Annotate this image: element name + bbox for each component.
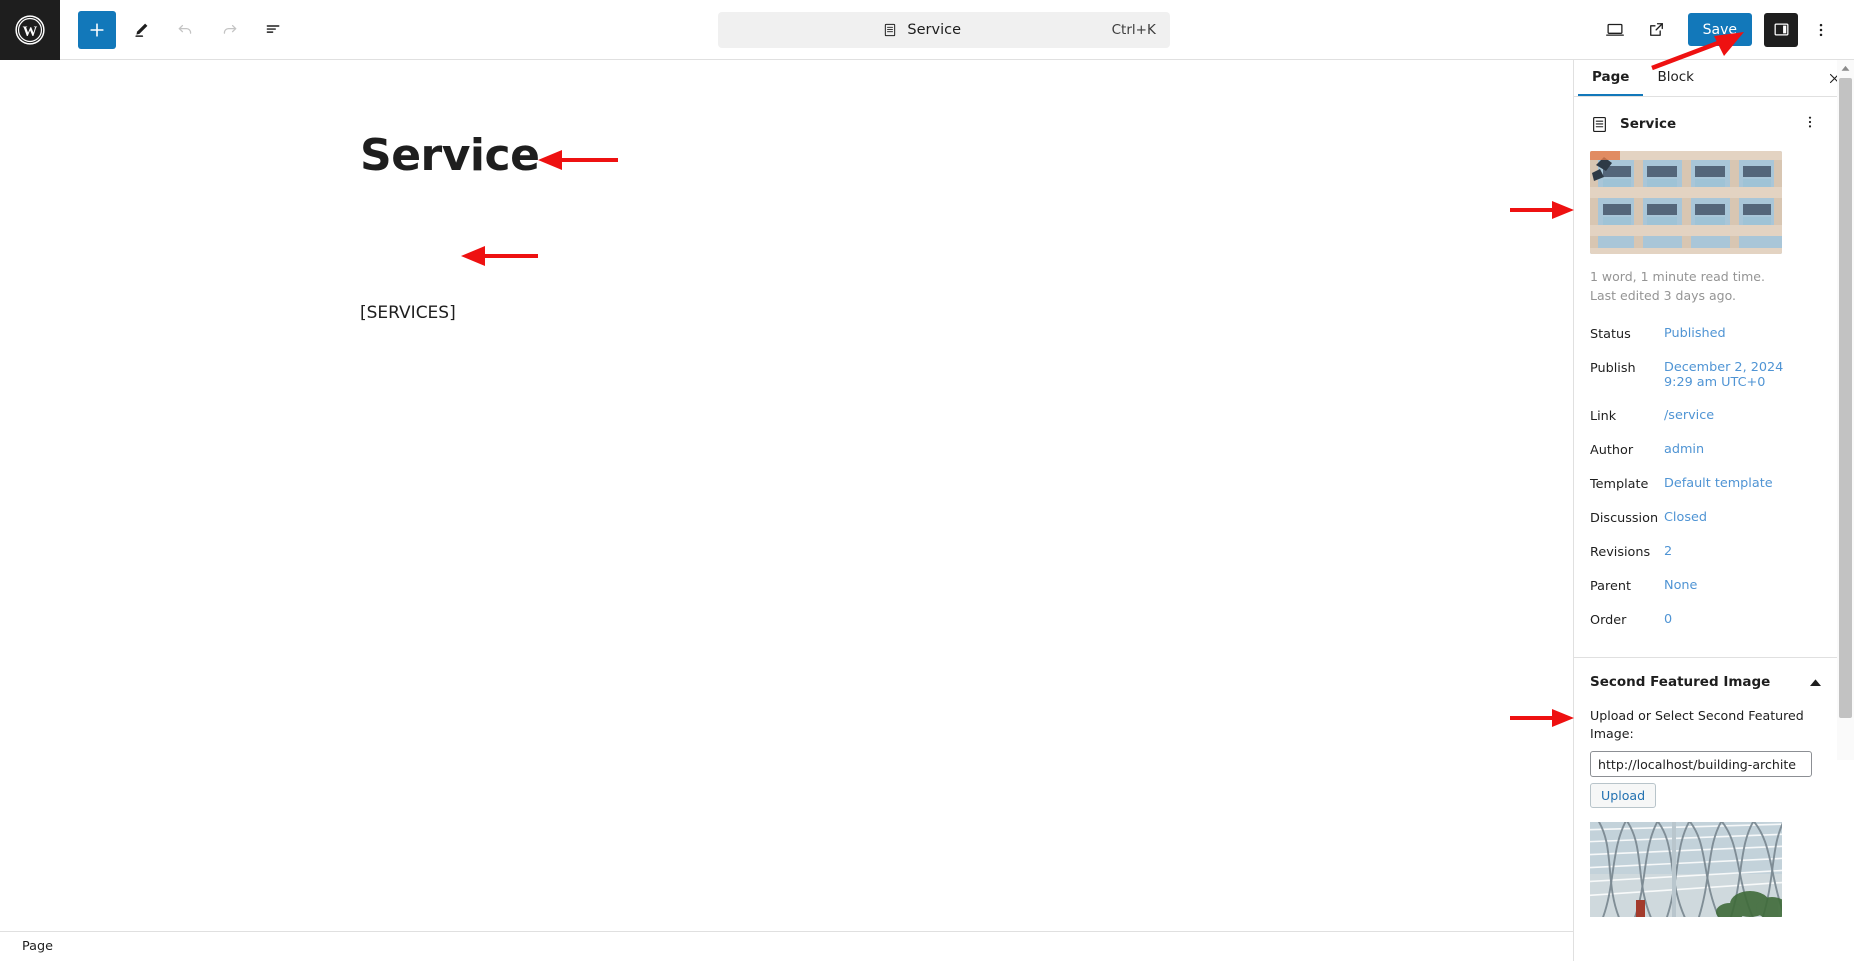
tools-edit-button[interactable] — [122, 11, 160, 49]
settings-sidebar: Page Block Service 1 word, 1 minute read… — [1573, 60, 1854, 961]
undo-arrow-icon — [178, 24, 191, 34]
vertical-dots-icon — [1808, 116, 1812, 128]
plus-icon — [90, 22, 104, 37]
page-document-icon — [1593, 116, 1606, 132]
document-actions-menu-button[interactable] — [1796, 111, 1824, 137]
field-discussion: Discussion Closed — [1590, 501, 1822, 535]
tab-block[interactable]: Block — [1643, 60, 1708, 96]
field-status-value[interactable]: Published — [1664, 326, 1726, 341]
field-author: Author admin — [1590, 433, 1822, 467]
second-featured-image-panel: Second Featured Image Upload or Select S… — [1574, 657, 1838, 925]
page-document-icon — [885, 23, 896, 36]
vertical-dots-icon — [1819, 23, 1823, 36]
sidebar-document-row[interactable]: Service — [1574, 97, 1838, 149]
field-link-key: Link — [1590, 409, 1617, 424]
command-bar-title: Service — [907, 21, 962, 38]
desktop-preview-icon — [1605, 23, 1624, 36]
document-meta: 1 word, 1 minute read time. Last edited … — [1574, 254, 1838, 311]
field-author-key: Author — [1590, 443, 1634, 458]
field-discussion-value[interactable]: Closed — [1664, 510, 1707, 525]
undo-button[interactable] — [166, 11, 204, 49]
second-featured-image-hint: Upload or Select Second Featured Image: — [1590, 708, 1804, 741]
preview-device-button[interactable] — [1596, 11, 1634, 49]
command-bar-shortcut: Ctrl+K — [1111, 21, 1156, 38]
settings-sidebar-toggle-button[interactable] — [1764, 12, 1798, 47]
field-revisions-key: Revisions — [1590, 545, 1651, 560]
command-bar-wrap: Service Ctrl+K — [292, 11, 1596, 48]
svg-text:W: W — [23, 24, 38, 40]
add-block-button[interactable] — [78, 10, 116, 49]
status-bar-breadcrumb[interactable]: Page — [22, 939, 53, 954]
external-link-icon — [1650, 23, 1664, 36]
field-parent-key: Parent — [1590, 579, 1631, 594]
sidebar-content: Service 1 word, 1 minute read time. Last… — [1574, 97, 1838, 961]
field-status: Status Published — [1590, 317, 1822, 351]
glass-lattice-roof-image — [1590, 822, 1782, 917]
sidebar-scroll-up-arrow-icon[interactable] — [1837, 60, 1854, 77]
upload-button[interactable]: Upload — [1590, 783, 1657, 808]
second-featured-image-preview[interactable] — [1590, 822, 1782, 917]
sidebar-document-label: Service — [1620, 116, 1677, 132]
field-parent: Parent None — [1590, 569, 1822, 603]
sidebar-scrollbar-thumb[interactable] — [1839, 78, 1852, 718]
save-button[interactable]: Save — [1687, 13, 1752, 46]
tab-page-label: Page — [1592, 69, 1630, 85]
sidebar-scrollbar[interactable] — [1837, 60, 1854, 760]
editor-status-bar: Page — [0, 931, 1573, 961]
page-title[interactable]: Service — [360, 130, 540, 181]
field-link-value[interactable]: /service — [1664, 408, 1714, 423]
tab-page[interactable]: Page — [1578, 60, 1644, 96]
editor-canvas[interactable]: Service [SERVICES] — [0, 60, 1573, 931]
second-featured-image-header[interactable]: Second Featured Image — [1590, 672, 1822, 691]
command-bar-center: Service — [732, 22, 1112, 38]
field-template-key: Template — [1590, 477, 1649, 492]
view-site-button[interactable] — [1638, 11, 1676, 49]
field-revisions: Revisions 2 — [1590, 535, 1822, 569]
settings-sidebar-icon — [1774, 23, 1788, 36]
wordpress-logo-icon: W — [15, 14, 45, 45]
word-count-text: 1 word, 1 minute read time. — [1590, 269, 1765, 284]
field-revisions-value[interactable]: 2 — [1664, 544, 1672, 559]
field-author-value[interactable]: admin — [1664, 442, 1704, 457]
second-featured-image-url-input[interactable] — [1590, 751, 1812, 777]
toolbar-left-group — [60, 10, 292, 49]
field-publish: Publish December 2, 2024 9:29 am UTC+0 — [1590, 351, 1822, 399]
list-view-icon — [266, 25, 279, 33]
field-template: Template Default template — [1590, 467, 1822, 501]
featured-image-preview[interactable] — [1590, 151, 1782, 254]
second-featured-image-title: Second Featured Image — [1590, 673, 1771, 690]
document-overview-button[interactable] — [254, 11, 292, 49]
sidebar-tabs: Page Block — [1574, 60, 1854, 97]
field-status-key: Status — [1590, 327, 1631, 342]
field-discussion-key: Discussion — [1590, 511, 1659, 526]
editor-options-button[interactable] — [1802, 11, 1840, 49]
toolbar-right-group: Save — [1596, 11, 1854, 49]
pencil-icon — [135, 23, 148, 37]
field-link: Link /service — [1590, 399, 1822, 433]
tab-block-label: Block — [1657, 69, 1694, 85]
redo-arrow-icon — [223, 24, 236, 34]
wordpress-logo-button[interactable]: W — [0, 0, 60, 60]
last-edited-text: Last edited 3 days ago. — [1590, 288, 1737, 303]
collapse-panel-button[interactable] — [1809, 672, 1822, 691]
caret-up-icon — [1810, 679, 1821, 686]
command-bar[interactable]: Service Ctrl+K — [717, 11, 1170, 48]
redo-button[interactable] — [210, 11, 248, 49]
field-order-key: Order — [1590, 613, 1627, 628]
editor-top-toolbar: W Service Ctrl+K Save — [0, 0, 1854, 60]
field-parent-value[interactable]: None — [1664, 578, 1697, 593]
field-publish-value[interactable]: December 2, 2024 9:29 am UTC+0 — [1664, 360, 1783, 390]
building-facade-image — [1590, 151, 1782, 254]
field-order: Order 0 — [1590, 603, 1822, 637]
field-template-value[interactable]: Default template — [1664, 476, 1773, 491]
field-publish-key: Publish — [1590, 361, 1636, 376]
document-fields: Status Published Publish December 2, 202… — [1574, 311, 1838, 647]
field-order-value[interactable]: 0 — [1664, 612, 1672, 627]
paragraph-block-shortcode[interactable]: [SERVICES] — [360, 303, 456, 323]
